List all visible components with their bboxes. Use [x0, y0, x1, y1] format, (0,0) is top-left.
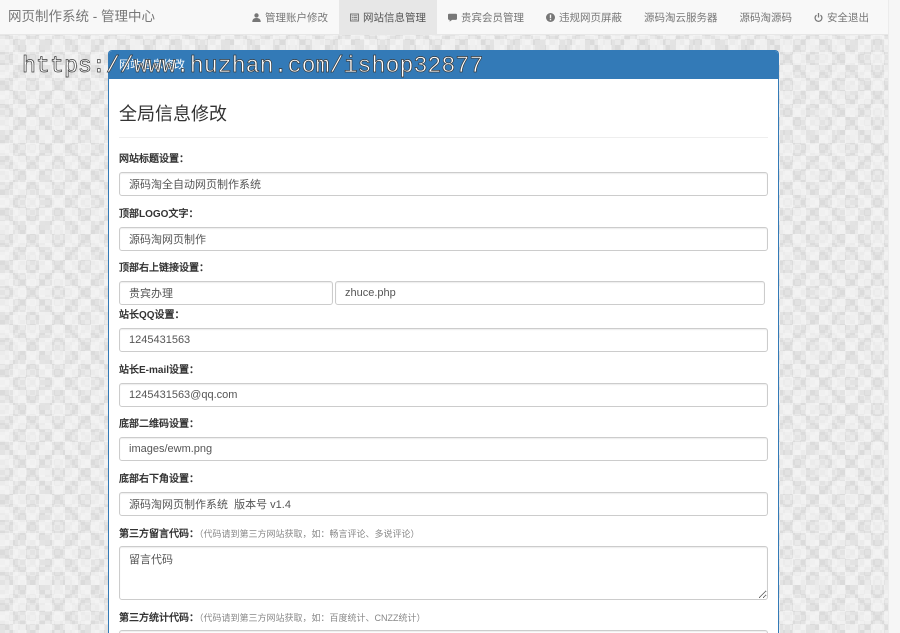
- comment-icon: [448, 13, 457, 22]
- email-input[interactable]: [119, 382, 768, 407]
- nav-item-cloud-server[interactable]: 源码淘云服务器: [633, 0, 729, 34]
- nav-item-logout[interactable]: 安全退出: [803, 0, 880, 34]
- qq-label: 站长QQ设置：: [119, 310, 185, 321]
- nav-item-label: 管理账户修改: [265, 11, 328, 24]
- title-divider: [119, 137, 768, 138]
- comment-code-hint: （代码请到第三方网站获取，如：畅言评论、多说评论）: [199, 529, 420, 539]
- top-link-row: [119, 281, 768, 305]
- nav-item-label: 贵宾会员管理: [461, 11, 524, 24]
- top-link-label: 顶部右上链接设置：: [119, 263, 209, 274]
- nav-item-label: 违规网页屏蔽: [559, 11, 622, 24]
- exclamation-sign-icon: [546, 12, 555, 22]
- main-nav: 管理账户修改 网站信息管理 贵宾会员管理 违规网页屏蔽 源码淘云服务器 源码淘源…: [241, 0, 880, 34]
- stats-code-label-text: 第三方统计代码：: [119, 613, 199, 624]
- nav-item-vip-members[interactable]: 贵宾会员管理: [437, 0, 535, 34]
- nav-item-label: 安全退出: [827, 11, 869, 24]
- vertical-scrollbar[interactable]: [888, 0, 900, 633]
- list-alt-icon: [350, 12, 359, 22]
- qq-input[interactable]: [119, 328, 768, 352]
- panel-body: 全局信息修改 网站标题设置： 顶部LOGO文字： 顶部右上链接设置： 站长QQ设…: [109, 79, 778, 633]
- site-title-input[interactable]: [119, 172, 768, 196]
- form-group-logo-text: 顶部LOGO文字：: [119, 208, 768, 251]
- footer-right-input[interactable]: [119, 491, 768, 516]
- top-link-url-input[interactable]: [335, 281, 765, 305]
- qrcode-label: 底部二维码设置：: [119, 419, 199, 430]
- form-group-footer-right: 底部右下角设置：: [119, 473, 768, 516]
- footer-right-label: 底部右下角设置：: [119, 473, 199, 485]
- form-group-qq: 站长QQ设置：: [119, 309, 768, 352]
- nav-item-label: 网站信息管理: [363, 11, 426, 24]
- logo-text-input[interactable]: [119, 226, 768, 251]
- form-group-qrcode: 底部二维码设置：: [119, 418, 768, 461]
- form-group-comment-code: 第三方留言代码：（代码请到第三方网站获取，如：畅言评论、多说评论） 留言代码: [119, 527, 768, 600]
- nav-item-account[interactable]: 管理账户修改: [241, 0, 339, 34]
- form-group-site-title: 网站标题设置：: [119, 153, 768, 196]
- form-group-top-link: 顶部右上链接设置：: [119, 262, 768, 305]
- comment-code-textarea[interactable]: 留言代码: [119, 546, 768, 600]
- logo-text-label: 顶部LOGO文字：: [119, 208, 199, 220]
- nav-item-block-pages[interactable]: 违规网页屏蔽: [535, 0, 633, 34]
- email-label: 站长E-mail设置：: [119, 364, 200, 376]
- top-link-text-input[interactable]: [119, 281, 333, 305]
- user-icon: [252, 12, 261, 22]
- nav-item-label: 源码淘云服务器: [644, 11, 718, 24]
- stats-code-label: 第三方统计代码：（代码请到第三方网站获取，如：百度统计、CNZZ统计）: [119, 611, 768, 625]
- nav-item-site-info[interactable]: 网站信息管理: [339, 0, 437, 34]
- comment-code-label-text: 第三方留言代码：: [119, 529, 199, 540]
- page-title: 全局信息修改: [119, 104, 227, 124]
- power-icon: [814, 12, 823, 22]
- stats-code-hint: （代码请到第三方网站获取，如：百度统计、CNZZ统计）: [199, 613, 426, 623]
- comment-code-label: 第三方留言代码：（代码请到第三方网站获取，如：畅言评论、多说评论）: [119, 527, 768, 541]
- site-info-panel: 网站信息修改 全局信息修改 网站标题设置： 顶部LOGO文字： 顶部右上链接设置…: [108, 50, 779, 633]
- form-group-email: 站长E-mail设置：: [119, 364, 768, 407]
- brand-title[interactable]: 网页制作系统 - 管理中心: [8, 0, 155, 34]
- admin-page: 网页制作系统 - 管理中心 管理账户修改 网站信息管理 贵宾会员管理 违规网页屏…: [0, 0, 900, 633]
- form-group-stats-code: 第三方统计代码：（代码请到第三方网站获取，如：百度统计、CNZZ统计）: [119, 611, 768, 633]
- panel-heading: 网站信息修改: [109, 51, 778, 79]
- site-title-label: 网站标题设置：: [119, 154, 189, 165]
- nav-item-label: 源码淘源码: [739, 11, 793, 24]
- nav-item-source-code[interactable]: 源码淘源码: [729, 0, 804, 34]
- qrcode-input[interactable]: [119, 437, 768, 461]
- top-navbar: 网页制作系统 - 管理中心 管理账户修改 网站信息管理 贵宾会员管理 违规网页屏…: [0, 0, 888, 35]
